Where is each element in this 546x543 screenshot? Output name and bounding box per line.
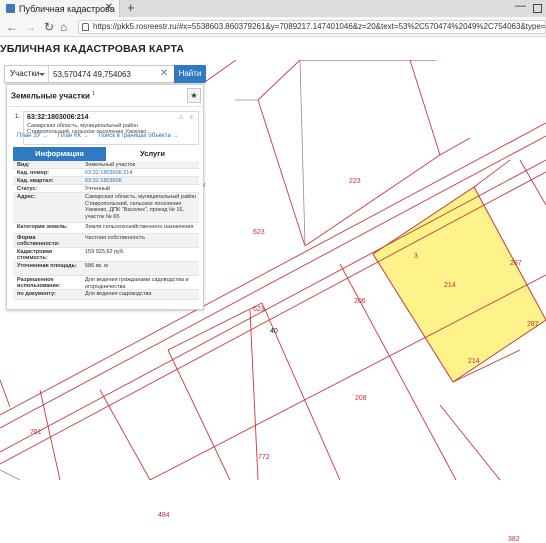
clear-search-icon[interactable]: ✕	[160, 68, 168, 79]
attribute-value[interactable]: 63:32:1803006	[85, 178, 197, 185]
browser-tab-bar: Публичная кадастрова ✕ + —	[0, 0, 546, 17]
attribute-row: Разрешенное использование: Для ведения гр…	[13, 276, 199, 290]
attribute-value: Земли сельскохозяйственного назначения	[85, 224, 194, 230]
address-url: https://pkk5.rosreestr.ru/#x=5538603.860…	[93, 22, 546, 31]
attribute-row: Кад. номер: 63:32:1803006:214	[13, 169, 199, 177]
tab-title: Публичная кадастрова	[19, 3, 115, 14]
attribute-row: Кадастровая стоимость: 159 925,62 руб.	[13, 248, 199, 262]
parcel-number-label: 623	[253, 306, 265, 313]
attribute-row: Статус: Учтенный	[13, 185, 199, 193]
panel-title: Земельные участки 1	[11, 91, 95, 101]
parcel-number-label: 287	[527, 321, 539, 328]
tab-information[interactable]: Информация	[13, 147, 106, 161]
result-action-icons[interactable]: ⚠ ≡	[178, 114, 195, 121]
search-type-value: Участки	[10, 69, 40, 78]
tab-services[interactable]: Услуги	[106, 147, 199, 161]
attribute-key: Кад. номер:	[17, 170, 49, 176]
parcel-number-label: 761	[30, 429, 42, 436]
search-in-bounds-link[interactable]: Поиск в границах объекта →	[98, 133, 178, 139]
parcel-number-label: 3	[414, 253, 418, 260]
selected-parcel-214	[372, 186, 546, 383]
reload-icon[interactable]: ↻	[44, 19, 54, 35]
collapse-panel-icon[interactable]: ‹	[203, 180, 206, 189]
attribute-value: Земельный участок	[85, 162, 136, 168]
address-bar[interactable]: https://pkk5.rosreestr.ru/#x=5538603.860…	[78, 20, 546, 34]
attribute-key: Форма собственности:	[17, 235, 60, 247]
attribute-row: Адрес: Самарская область, муниципальный р…	[13, 193, 199, 223]
forward-arrow-icon[interactable]: →	[24, 19, 36, 35]
attribute-row: по документу: Для ведения садоводства	[13, 290, 199, 300]
page-title: УБЛИЧНАЯ КАДАСТРОВАЯ КАРТА	[0, 43, 185, 55]
parcel-number-label: 206	[354, 298, 366, 305]
attribute-value[interactable]: 63:32:1803006:214	[85, 170, 197, 177]
parcel-number-label: 208	[355, 395, 367, 402]
attribute-value: Учтенный	[85, 186, 110, 192]
window-minimize-button[interactable]: —	[515, 0, 526, 12]
back-arrow-icon[interactable]: ←	[6, 19, 18, 35]
attribute-key: Вид:	[17, 162, 30, 168]
attribute-key: Статус:	[17, 186, 38, 192]
search-button[interactable]: Найти	[174, 65, 206, 83]
parcel-number-label: 484	[158, 512, 170, 519]
plan-zu-link[interactable]: План ЗУ →	[17, 133, 48, 139]
parcel-number-label: 214	[468, 358, 480, 365]
page-header: УБЛИЧНАЯ КАДАСТРОВАЯ КАРТА	[0, 37, 546, 60]
new-tab-button[interactable]: +	[127, 0, 135, 16]
attribute-row: Категория земель: Земли сельскохозяйствен…	[13, 223, 199, 234]
attribute-row: Форма собственности: Частная собственност…	[13, 234, 199, 248]
attribute-key: Уточненная площадь:	[17, 263, 77, 269]
site-favicon-icon	[6, 4, 15, 13]
panel-tabs: Информация Услуги	[13, 147, 199, 161]
attribute-key: по документу:	[17, 291, 56, 297]
parcel-number-label: 772	[258, 454, 270, 461]
attribute-key: Категория земель:	[17, 224, 68, 230]
browser-nav-bar: ← → ↻ ⌂ https://pkk5.rosreestr.ru/#x=553…	[0, 17, 546, 37]
panel-header: Земельные участки 1 ★	[7, 85, 203, 107]
result-count: 1	[92, 91, 95, 97]
attribute-value: Самарская область, муниципальный район С…	[85, 194, 197, 220]
plan-kk-link[interactable]: План КК →	[58, 133, 89, 139]
search-input[interactable]	[53, 67, 149, 81]
attribute-table: Вид: Земельный участок Кад. номер: 63:32:18…	[13, 161, 199, 300]
attribute-value: Для ведения садоводства	[85, 291, 152, 297]
attribute-value: 159 925,62 руб.	[85, 249, 125, 255]
attribute-key: Разрешенное использование:	[17, 277, 61, 289]
attribute-row: Уточненная площадь: 586 кв. м	[13, 262, 199, 276]
search-bar: Участки ✕ Найти	[4, 65, 206, 83]
parcel-info-panel: Земельные участки 1 ★ 1. 63:32:1803006:2…	[6, 84, 204, 310]
attribute-value: Для ведения гражданами садоводства и ого…	[85, 277, 189, 290]
result-cadastral-number: 63:32:1803006:214	[27, 114, 89, 121]
window-maximize-button[interactable]	[533, 4, 542, 13]
result-card[interactable]: 63:32:1803006:214 Самарская область, мун…	[23, 111, 199, 145]
attribute-row: Вид: Земельный участок	[13, 161, 199, 169]
attribute-key: Кадастровая стоимость:	[17, 249, 53, 261]
parcel-number-label: 382	[508, 536, 520, 543]
tab-close-icon[interactable]: ✕	[105, 2, 113, 13]
chevron-down-icon	[39, 73, 45, 76]
parcel-number-label: 40	[270, 328, 278, 335]
result-item[interactable]: 1. 63:32:1803006:214 Самарская область, …	[7, 107, 203, 147]
home-icon[interactable]: ⌂	[60, 19, 67, 35]
parcel-number-label: 623	[253, 229, 265, 236]
attribute-value: Частная собственность	[85, 235, 146, 241]
attribute-value: 586 кв. м	[85, 263, 108, 269]
result-number: 1.	[15, 114, 21, 120]
parcel-number-label: 214	[444, 282, 456, 289]
parcel-number-label: 223	[349, 178, 361, 185]
attribute-key: Кад. квартал:	[17, 178, 54, 184]
attribute-row: Кад. квартал: 63:32:1803006	[13, 177, 199, 185]
browser-tab[interactable]: Публичная кадастрова ✕	[0, 0, 120, 17]
lock-icon	[82, 23, 89, 31]
parcel-number-label: 287	[510, 260, 522, 267]
attribute-key: Адрес:	[17, 194, 36, 200]
result-links: План ЗУ → План КК → Поиск в границах объ…	[17, 133, 186, 139]
search-type-select[interactable]: Участки	[5, 66, 49, 82]
favorite-star-icon[interactable]: ★	[187, 88, 201, 103]
